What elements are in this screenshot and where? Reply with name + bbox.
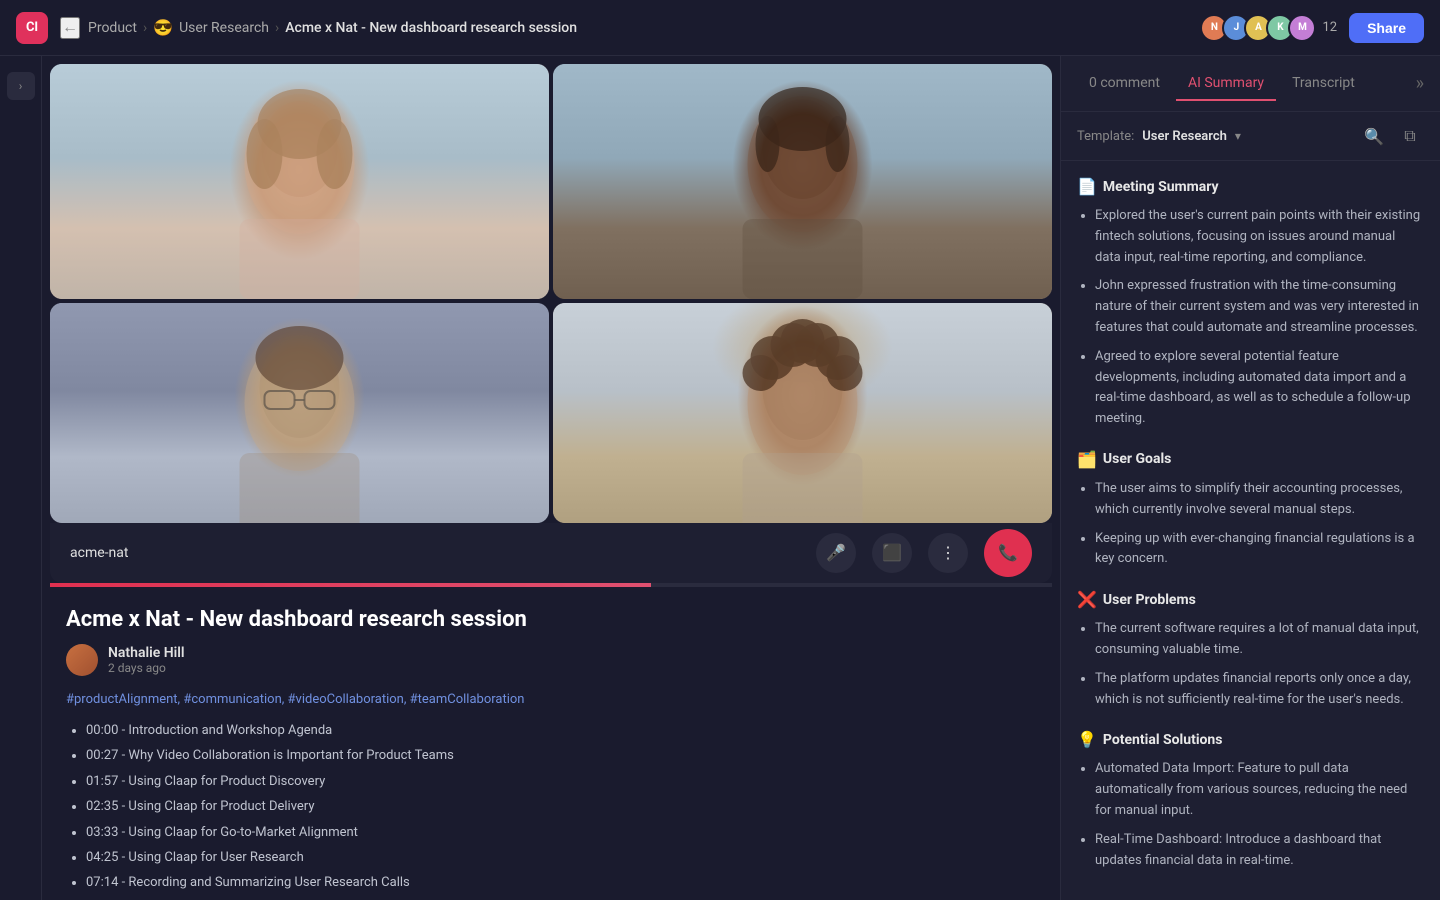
video-cell-4 xyxy=(553,303,1052,523)
section-potential-solutions: 💡 Potential Solutions Automated Data Impo… xyxy=(1077,730,1424,871)
video-controls-bar: acme-nat 🎤 ⬛ ⋮ 📞 xyxy=(50,523,1052,583)
more-icon: ⋮ xyxy=(940,543,956,563)
mic-button[interactable]: 🎤 xyxy=(816,533,856,573)
bullet-item: Explored the user's current pain points … xyxy=(1095,206,1424,268)
bullet-item: John expressed frustration with the time… xyxy=(1095,276,1424,338)
avatar-group: N J A K M 12 xyxy=(1200,14,1337,42)
breadcrumb-sep-2: › xyxy=(275,20,279,36)
bullet-item: The user aims to simplify their accounti… xyxy=(1095,479,1424,521)
bullet-item: The current software requires a lot of m… xyxy=(1095,619,1424,661)
share-button[interactable]: Share xyxy=(1349,13,1424,43)
agenda-item: 01:57 - Using Claap for Product Discover… xyxy=(86,770,1036,793)
template-label: Template: xyxy=(1077,129,1134,144)
content-area: acme-nat 🎤 ⬛ ⋮ 📞 Acme x Nat - New dashbo… xyxy=(42,56,1060,900)
main-layout: › xyxy=(0,56,1440,900)
bullet-item: Agreed to explore several potential feat… xyxy=(1095,347,1424,430)
session-title: Acme x Nat - New dashboard research sess… xyxy=(66,607,1036,632)
section-title-potential-solutions: 💡 Potential Solutions xyxy=(1077,730,1424,749)
author-avatar xyxy=(66,644,98,676)
phone-icon: 📞 xyxy=(998,543,1018,563)
author-row: Nathalie Hill 2 days ago xyxy=(66,644,1036,676)
section-user-goals: 🗂️ User Goals The user aims to simplify t… xyxy=(1077,450,1424,570)
section-bullets-potential-solutions: Automated Data Import: Feature to pull d… xyxy=(1077,759,1424,871)
author-time: 2 days ago xyxy=(108,661,185,675)
section-icon-meeting-summary: 📄 xyxy=(1077,177,1097,196)
tab-comments[interactable]: 0 comment xyxy=(1077,67,1172,101)
agenda-item: 03:33 - Using Claap for Go-to-Market Ali… xyxy=(86,821,1036,844)
section-title-user-problems: ❌ User Problems xyxy=(1077,590,1424,609)
author-info: Nathalie Hill 2 days ago xyxy=(108,645,185,675)
section-icon-potential-solutions: 💡 xyxy=(1077,730,1097,749)
top-nav: Cl ← Product › 😎 User Research › Acme x … xyxy=(0,0,1440,56)
section-bullets-user-goals: The user aims to simplify their accounti… xyxy=(1077,479,1424,570)
sidebar-toggle-button[interactable]: › xyxy=(7,72,35,100)
agenda-list: 00:00 - Introduction and Workshop Agenda… xyxy=(66,719,1036,900)
more-options-button[interactable]: ⋮ xyxy=(928,533,968,573)
breadcrumb-sep-1: › xyxy=(143,20,147,36)
section-meeting-summary: 📄 Meeting Summary Explored the user's cur… xyxy=(1077,177,1424,430)
copy-icon: ⧉ xyxy=(1404,126,1415,146)
agenda-item: 07:14 - Recording and Summarizing User R… xyxy=(86,871,1036,894)
avatar-count: 12 xyxy=(1322,20,1337,35)
copy-button[interactable]: ⧉ xyxy=(1396,122,1424,150)
video-cell-2 xyxy=(553,64,1052,299)
author-name: Nathalie Hill xyxy=(108,645,185,661)
left-sidebar: › xyxy=(0,56,42,900)
app-logo: Cl xyxy=(16,12,48,44)
session-info: Acme x Nat - New dashboard research sess… xyxy=(42,587,1060,900)
mic-icon: 🎤 xyxy=(826,543,846,563)
search-button[interactable]: 🔍 xyxy=(1360,122,1388,150)
session-label: acme-nat xyxy=(70,545,128,561)
section-title-user-goals: 🗂️ User Goals xyxy=(1077,450,1424,469)
agenda-item: 04:25 - Using Claap for User Research xyxy=(86,846,1036,869)
bullet-item: Automated Data Import: Feature to pull d… xyxy=(1095,759,1424,821)
section-user-problems: ❌ User Problems The current software requ… xyxy=(1077,590,1424,710)
template-toolbar: Template: User Research ▾ 🔍 ⧉ xyxy=(1061,112,1440,161)
avatar-5: M xyxy=(1288,14,1316,42)
breadcrumb: Product › 😎 User Research › Acme x Nat -… xyxy=(88,18,577,37)
video-cell-3 xyxy=(50,303,549,523)
section-bullets-meeting-summary: Explored the user's current pain points … xyxy=(1077,206,1424,430)
section-icon-user-goals: 🗂️ xyxy=(1077,450,1097,469)
bullet-item: The platform updates financial reports o… xyxy=(1095,669,1424,711)
section-title-meeting-summary: 📄 Meeting Summary xyxy=(1077,177,1424,196)
section-bullets-user-problems: The current software requires a lot of m… xyxy=(1077,619,1424,710)
session-tags: #productAlignment, #communication, #vide… xyxy=(66,692,1036,707)
screen-share-button[interactable]: ⬛ xyxy=(872,533,912,573)
agenda-item: 00:27 - Why Video Collaboration is Impor… xyxy=(86,744,1036,767)
tab-ai-summary[interactable]: AI Summary xyxy=(1176,67,1276,101)
section-icon-user-problems: ❌ xyxy=(1077,590,1097,609)
right-panel: 0 comment AI Summary Transcript » Templa… xyxy=(1060,56,1440,900)
right-panel-tabs: 0 comment AI Summary Transcript » xyxy=(1061,56,1440,112)
screen-icon: ⬛ xyxy=(882,543,902,563)
back-button[interactable]: ← xyxy=(60,17,80,39)
breadcrumb-current: Acme x Nat - New dashboard research sess… xyxy=(285,20,577,36)
bullet-item: Keeping up with ever-changing financial … xyxy=(1095,529,1424,571)
chevron-right-icon: › xyxy=(19,79,23,93)
breadcrumb-emoji: 😎 xyxy=(153,18,173,37)
end-call-button[interactable]: 📞 xyxy=(984,529,1032,577)
breadcrumb-user-research[interactable]: User Research xyxy=(179,20,269,36)
video-grid xyxy=(42,56,1060,523)
video-cell-1 xyxy=(50,64,549,299)
search-icon: 🔍 xyxy=(1364,127,1384,146)
nav-right: N J A K M 12 Share xyxy=(1200,13,1424,43)
ai-summary-content: 📄 Meeting Summary Explored the user's cur… xyxy=(1061,161,1440,900)
tab-transcript[interactable]: Transcript xyxy=(1280,67,1367,101)
template-selector[interactable]: User Research xyxy=(1142,129,1227,144)
agenda-item: 02:35 - Using Claap for Product Delivery xyxy=(86,795,1036,818)
more-tabs-icon[interactable]: » xyxy=(1416,73,1424,94)
bullet-item: Real-Time Dashboard: Introduce a dashboa… xyxy=(1095,830,1424,872)
agenda-item: 00:00 - Introduction and Workshop Agenda xyxy=(86,719,1036,742)
breadcrumb-product[interactable]: Product xyxy=(88,20,137,36)
template-dropdown-icon[interactable]: ▾ xyxy=(1235,129,1241,143)
